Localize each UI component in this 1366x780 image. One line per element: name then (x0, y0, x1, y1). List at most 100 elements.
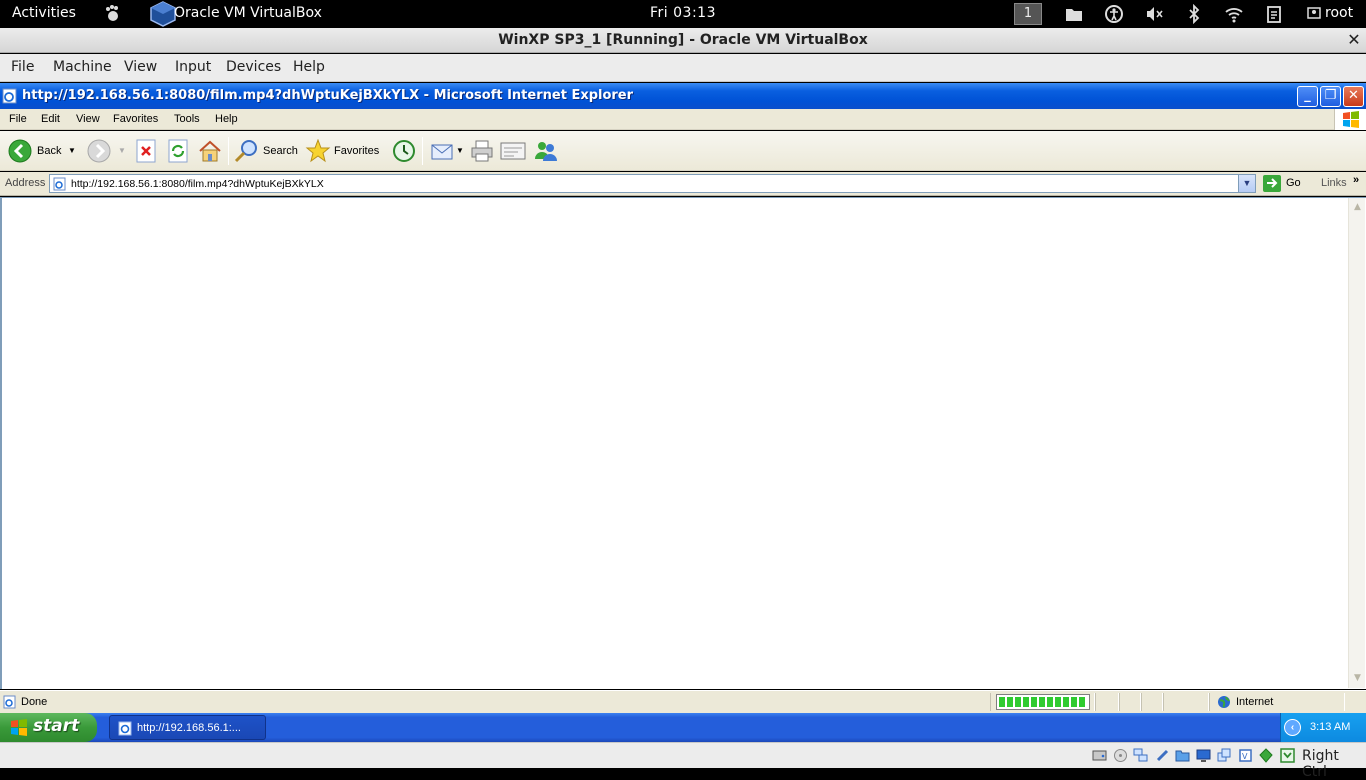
volume-muted-icon[interactable] (1144, 4, 1164, 24)
xp-system-tray: ‹ 3:13 AM (1280, 713, 1366, 742)
vbox-menu-file[interactable]: File (11, 59, 34, 75)
back-button[interactable]: Back ▼ (8, 138, 78, 164)
vbox-status-bar: V Right Ctrl (0, 742, 1366, 780)
ie-title-bar[interactable]: http://192.168.56.1:8080/film.mp4?dhWptu… (0, 83, 1366, 109)
vbox-menu-machine[interactable]: Machine (53, 59, 112, 75)
favorites-label: Favorites (334, 145, 380, 157)
bluetooth-icon[interactable] (1184, 4, 1204, 24)
address-input[interactable]: http://192.168.56.1:8080/film.mp4?dhWptu… (49, 174, 1256, 193)
vbox-window-title-bar[interactable]: WinXP SP3_1 [Running] - Oracle VM Virtua… (0, 28, 1366, 53)
ie-menu-edit[interactable]: Edit (41, 113, 60, 125)
status-pane (1095, 693, 1119, 711)
forward-dropdown-icon[interactable]: ▼ (118, 146, 126, 155)
mail-icon (431, 144, 453, 160)
refresh-icon (168, 139, 188, 163)
ie-window-title: http://192.168.56.1:8080/film.mp4?dhWptu… (22, 88, 634, 103)
ie-menu-bar: File Edit View Favorites Tools Help (0, 109, 1366, 130)
restore-icon[interactable]: ❐ (1320, 86, 1341, 107)
keyboard-capture-icon[interactable] (1280, 748, 1295, 763)
xp-taskbar: start http://192.168.56.1:... ‹ 3:13 AM (0, 713, 1366, 742)
start-button[interactable]: start (0, 713, 97, 742)
search-icon (234, 140, 257, 163)
status-pane (1163, 693, 1209, 711)
security-zone-label: Internet (1236, 696, 1274, 708)
mail-dropdown-icon[interactable]: ▼ (456, 146, 464, 155)
user-menu[interactable]: root (1307, 5, 1354, 21)
mouse-integration-icon[interactable] (1259, 748, 1274, 763)
user-name: root (1325, 5, 1354, 21)
stop-icon (136, 139, 156, 163)
activities-button[interactable]: Activities (12, 5, 76, 21)
xp-clock[interactable]: 3:13 AM (1310, 721, 1350, 733)
display-icon[interactable] (1196, 748, 1211, 763)
links-toolbar-button[interactable]: Links (1321, 177, 1347, 189)
back-label: Back (37, 145, 62, 157)
optical-drive-icon[interactable] (1113, 748, 1128, 763)
ie-menu-tools[interactable]: Tools (174, 113, 200, 125)
vbox-menu-bar: File Machine View Input Devices Help (0, 54, 1366, 82)
back-dropdown-icon[interactable]: ▼ (68, 146, 76, 155)
ie-page-icon (118, 721, 132, 736)
vbox-menu-view[interactable]: View (124, 59, 157, 75)
show-hidden-icons-icon[interactable]: ‹ (1284, 719, 1301, 736)
wifi-icon[interactable] (1224, 4, 1244, 24)
workspace-indicator[interactable]: 1 (1014, 3, 1042, 25)
virtualization-icon[interactable]: V (1238, 748, 1253, 763)
forward-button[interactable]: ▼ (87, 138, 127, 164)
folder-icon[interactable] (1064, 4, 1084, 24)
edit-button[interactable] (500, 138, 526, 164)
ie-menu-favorites[interactable]: Favorites (113, 113, 158, 125)
video-capture-icon[interactable] (1217, 748, 1232, 763)
network-icon[interactable] (1133, 748, 1148, 763)
accessibility-icon[interactable] (1104, 4, 1124, 24)
clipboard-icon[interactable] (1264, 4, 1284, 24)
hard-disk-icon[interactable] (1092, 748, 1107, 763)
ie-menu-file[interactable]: File (9, 113, 27, 125)
scroll-up-icon[interactable]: ▲ (1350, 200, 1365, 215)
ie-menu-view[interactable]: View (76, 113, 100, 125)
vbox-menu-devices[interactable]: Devices (226, 59, 281, 75)
svg-text:V: V (1242, 752, 1248, 761)
toolbar-separator (422, 137, 423, 165)
print-button[interactable] (470, 138, 494, 164)
load-progress-bar (996, 694, 1090, 710)
user-icon (1307, 7, 1321, 19)
windows-logo-icon (1334, 109, 1366, 130)
home-button[interactable] (198, 138, 222, 164)
forward-arrow-icon (87, 139, 111, 163)
messenger-button[interactable] (533, 138, 559, 164)
taskbar-ie-button[interactable]: http://192.168.56.1:... (109, 715, 266, 740)
go-arrow-icon[interactable] (1263, 175, 1281, 192)
internet-globe-icon (1218, 696, 1230, 708)
windows-flag-icon (11, 719, 27, 736)
minimize-icon[interactable]: _ (1297, 86, 1318, 107)
search-button[interactable]: Search (234, 138, 300, 164)
search-label: Search (263, 145, 298, 157)
usb-icon[interactable] (1155, 748, 1170, 763)
taskbar-ie-label: http://192.168.56.1:... (137, 722, 241, 734)
page-icon (53, 177, 66, 191)
active-app-name[interactable]: Oracle VM VirtualBox (174, 5, 322, 21)
shared-folders-icon[interactable] (1175, 748, 1190, 763)
go-button[interactable]: Go (1286, 177, 1301, 189)
vertical-scrollbar[interactable]: ▲ ▼ (1348, 198, 1365, 688)
stop-button[interactable] (135, 138, 157, 164)
top-bar-clock[interactable]: Fri 03:13 (650, 5, 716, 21)
ie-address-bar: Address http://192.168.56.1:8080/film.mp… (0, 172, 1366, 196)
chevron-right-icon[interactable]: » (1353, 174, 1359, 186)
vbox-menu-help[interactable]: Help (293, 59, 325, 75)
gnome-foot-icon (106, 5, 118, 21)
favorites-button[interactable]: Favorites (305, 138, 385, 164)
refresh-button[interactable] (167, 138, 189, 164)
page-done-icon (3, 695, 16, 709)
scroll-down-icon[interactable]: ▼ (1350, 671, 1365, 686)
address-dropdown-icon[interactable]: ▼ (1238, 175, 1255, 192)
ie-page-content[interactable] (0, 197, 1366, 689)
gnome-top-bar: Activities Oracle VM VirtualBox Fri 03:1… (0, 0, 1366, 28)
close-icon[interactable]: ✕ (1345, 31, 1363, 49)
mail-button[interactable]: ▼ (430, 138, 464, 164)
vbox-menu-input[interactable]: Input (175, 59, 211, 75)
ie-menu-help[interactable]: Help (215, 113, 238, 125)
history-button[interactable] (391, 138, 417, 164)
close-icon[interactable]: ✕ (1343, 86, 1364, 107)
